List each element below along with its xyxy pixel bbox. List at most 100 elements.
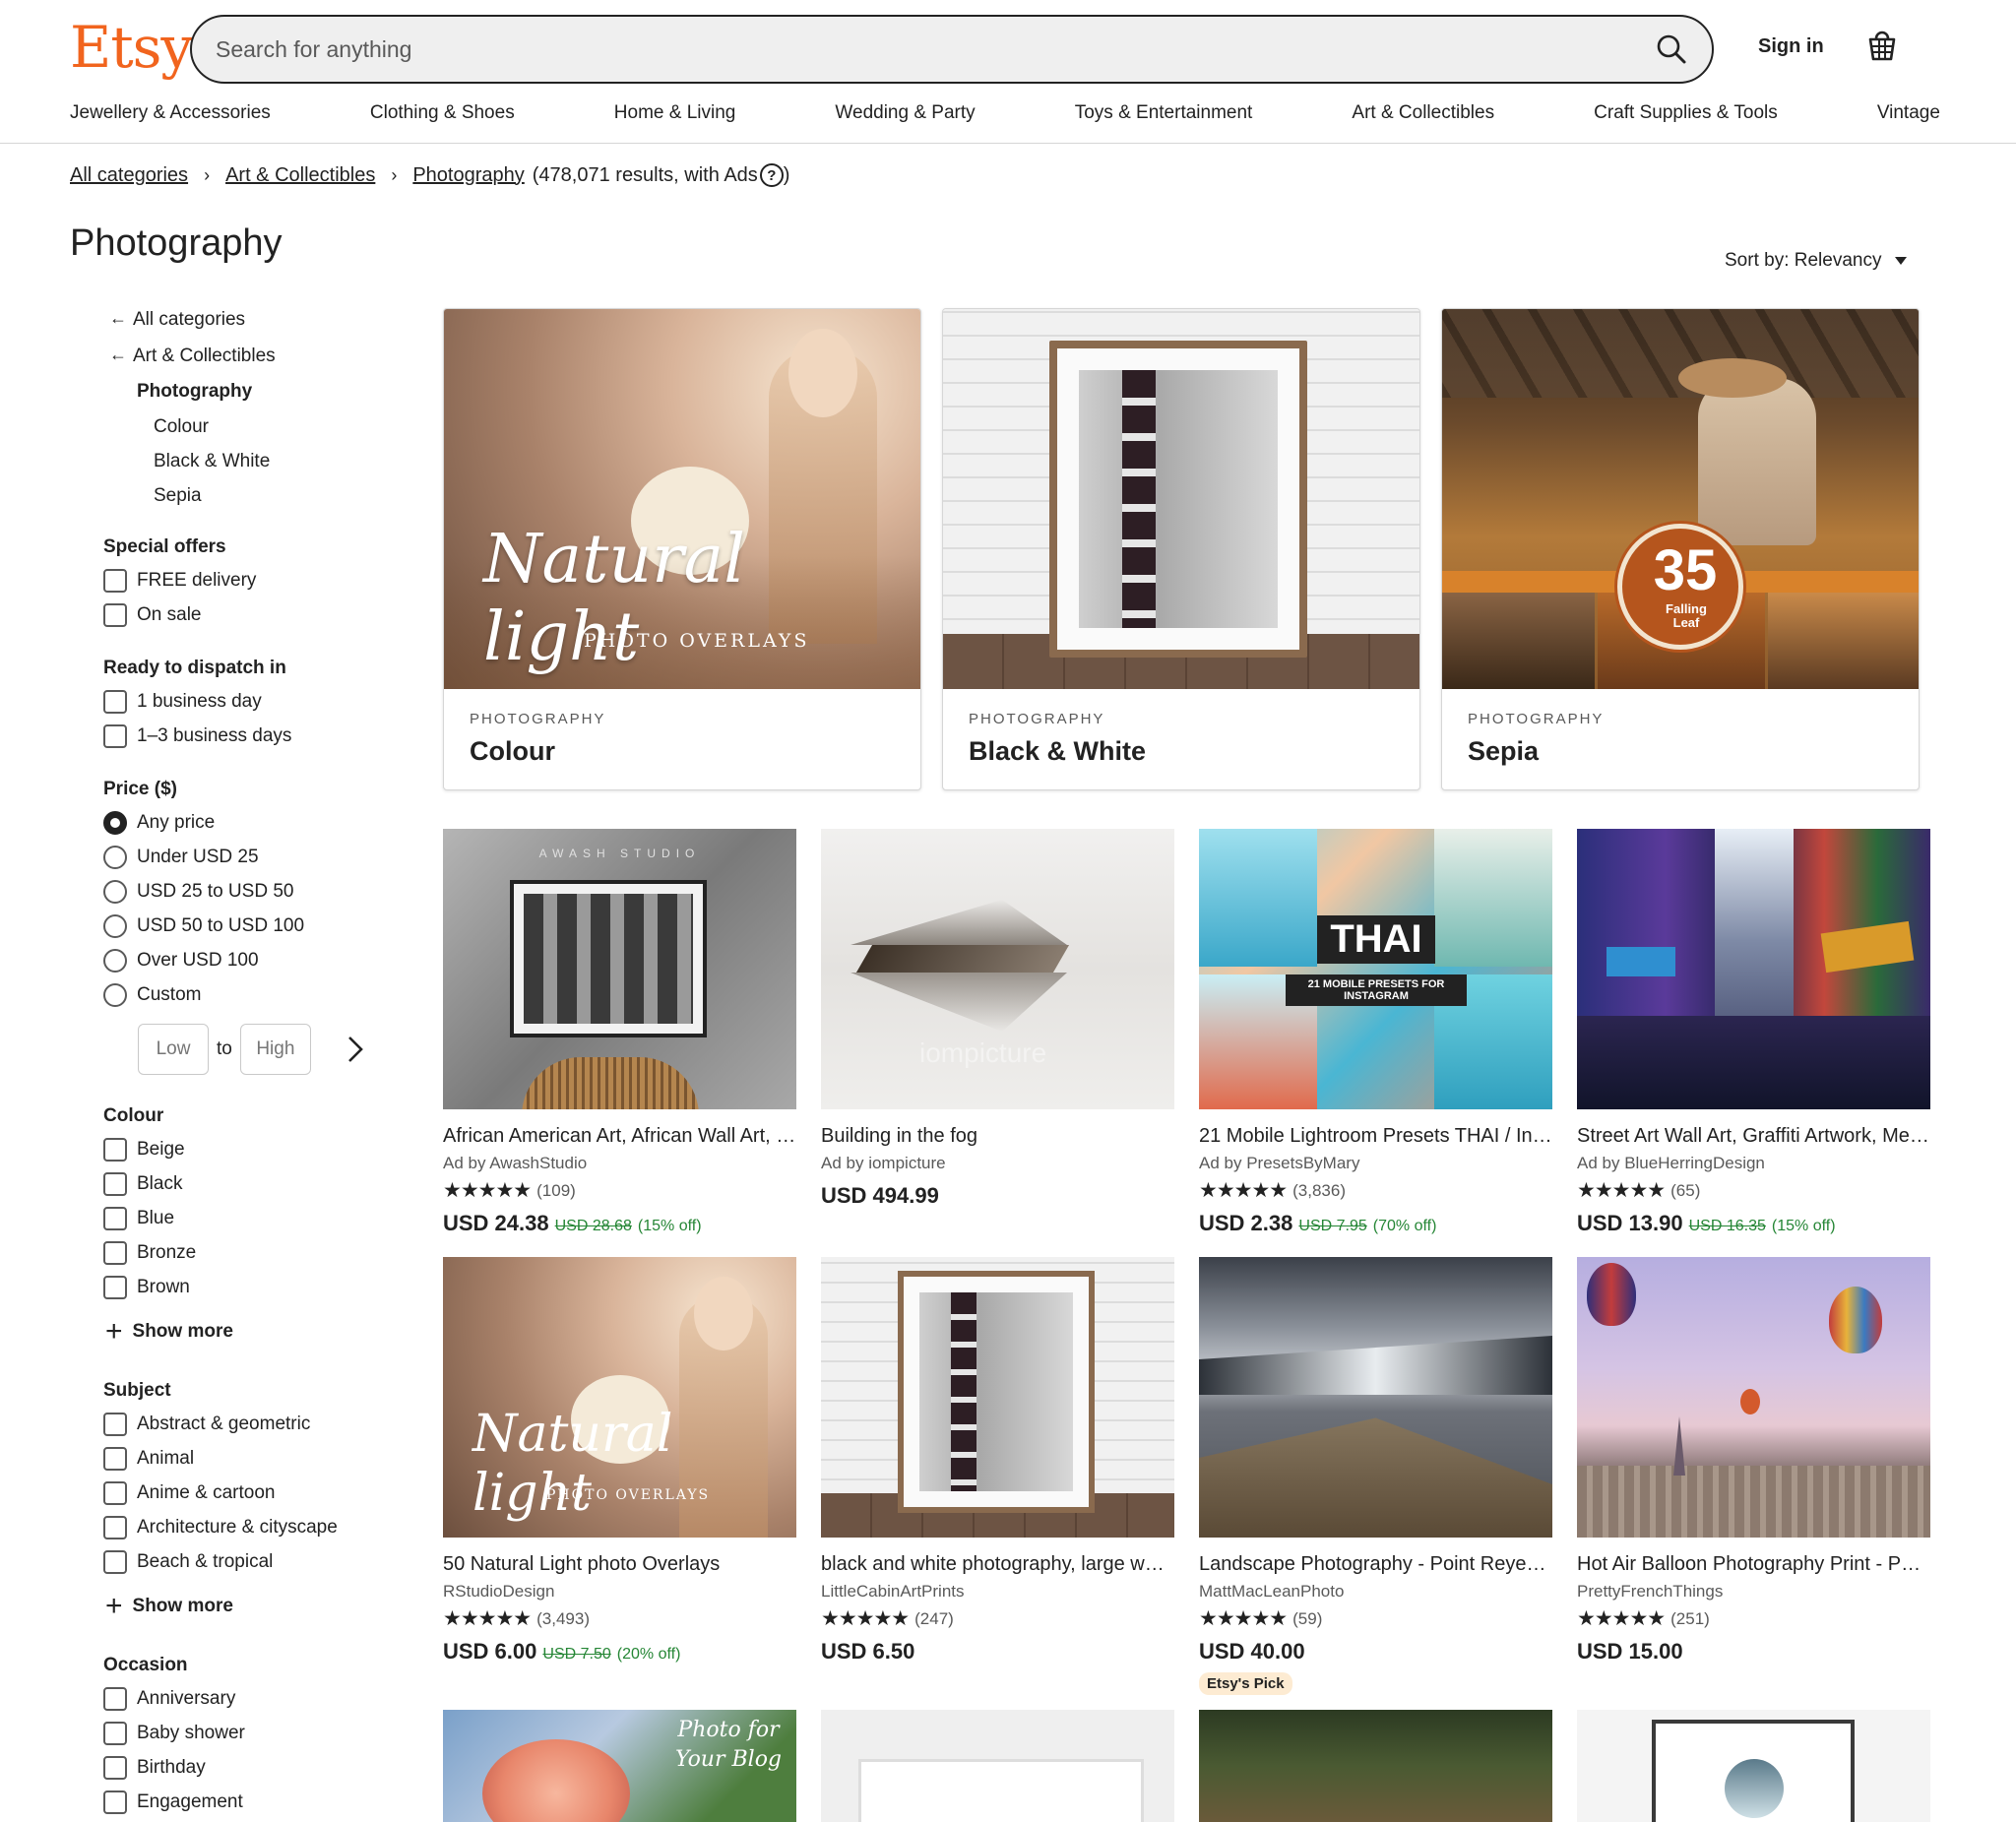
listing-price-row: USD 13.90 USD 16.35 (15% off) (1577, 1211, 1930, 1236)
checkbox-birthday[interactable]: Birthday (103, 1756, 206, 1780)
radio-50-100[interactable]: USD 50 to USD 100 (103, 914, 304, 938)
nav-toys[interactable]: Toys & Entertainment (1075, 102, 1253, 124)
listing-rating: ★★★★★ (65) (1577, 1178, 1930, 1203)
nav-clothing[interactable]: Clothing & Shoes (370, 102, 515, 124)
search-input[interactable] (216, 17, 1594, 82)
price-heading: Price ($) (103, 779, 177, 799)
listing-original-price: USD 16.35 (1688, 1218, 1766, 1234)
checkbox-label: Animal (137, 1448, 195, 1469)
checkbox-bronze[interactable]: Bronze (103, 1241, 196, 1265)
checkbox-engagement[interactable]: Engagement (103, 1791, 243, 1814)
search-bar (190, 15, 1714, 84)
nav-craft[interactable]: Craft Supplies & Tools (1594, 102, 1778, 124)
nav-jewellery[interactable]: Jewellery & Accessories (70, 102, 271, 124)
listing-price: USD 6.00 (443, 1639, 537, 1664)
breadcrumb-all[interactable]: All categories (70, 164, 188, 187)
star-rating-icon: ★★★★★ (1577, 1607, 1666, 1630)
nav-home[interactable]: Home & Living (614, 102, 736, 124)
breadcrumb-art[interactable]: Art & Collectibles (225, 164, 375, 187)
checkbox-box (103, 1550, 127, 1574)
listing-card[interactable]: Natural light PHOTO OVERLAYS 50 Natural … (443, 1257, 796, 1665)
sidebar-link-art[interactable]: Art & Collectibles (109, 345, 276, 367)
radio-custom[interactable]: Custom (103, 983, 201, 1007)
sign-in-link[interactable]: Sign in (1758, 35, 1824, 58)
etsy-logo[interactable]: Etsy (70, 14, 193, 81)
checkbox-box (103, 1138, 127, 1162)
checkbox-box (103, 1687, 127, 1711)
checkbox-box (103, 1207, 127, 1230)
listing-rating: ★★★★★ (3,836) (1199, 1178, 1552, 1203)
sidebar-link-sepia[interactable]: Sepia (154, 485, 202, 507)
checkbox-1-day[interactable]: 1 business day (103, 690, 262, 714)
listing-shop: PrettyFrenchThings (1577, 1582, 1724, 1601)
checkbox-baby-shower[interactable]: Baby shower (103, 1722, 245, 1745)
nav-art[interactable]: Art & Collectibles (1352, 102, 1494, 124)
sidebar-current-category: Photography (137, 381, 253, 402)
checkbox-abstract[interactable]: Abstract & geometric (103, 1413, 310, 1436)
category-card-colour[interactable]: Natural light PHOTO OVERLAYS PHOTOGRAPHY… (443, 308, 921, 790)
sidebar-link-all-categories[interactable]: All categories (109, 308, 245, 331)
radio-circle (103, 846, 127, 869)
chevron-right-icon: › (391, 164, 398, 185)
listing-card[interactable]: Landscape Photography - Point Reyes Prin… (1199, 1257, 1552, 1695)
checkbox-label: 1–3 business days (137, 725, 292, 746)
checkbox-architecture[interactable]: Architecture & cityscape (103, 1516, 338, 1539)
listing-card[interactable]: Hot Air Balloon Photography Print - Pari… (1577, 1257, 1930, 1665)
listing-card[interactable]: Photo for Your Blog (443, 1710, 796, 1822)
listing-title: 21 Mobile Lightroom Presets THAI / Insta… (1199, 1125, 1552, 1147)
checkbox-on-sale[interactable]: On sale (103, 603, 201, 627)
category-card-sepia[interactable]: 35 Falling Leaf PHOTOGRAPHY Sepia (1441, 308, 1920, 790)
listing-card[interactable]: black and white photography, large wall … (821, 1257, 1174, 1665)
checkbox-free-delivery[interactable]: FREE delivery (103, 569, 256, 593)
listing-card[interactable]: iompicture Building in the fog Ad by iom… (821, 829, 1174, 1209)
checkbox-1-3-days[interactable]: 1–3 business days (103, 724, 291, 748)
checkbox-label: Anime & cartoon (137, 1482, 276, 1503)
checkbox-beige[interactable]: Beige (103, 1138, 185, 1162)
breadcrumb-photography[interactable]: Photography (412, 164, 524, 187)
listing-discount: (15% off) (1771, 1218, 1836, 1234)
sidebar-link-black-white[interactable]: Black & White (154, 451, 270, 472)
sidebar-link-colour[interactable]: Colour (154, 416, 209, 438)
nav-wedding[interactable]: Wedding & Party (835, 102, 975, 124)
subject-show-more[interactable]: + Show more (105, 1592, 233, 1621)
price-high-input[interactable] (239, 1024, 311, 1075)
radio-circle (103, 949, 127, 973)
listing-original-price: USD 28.68 (554, 1218, 632, 1234)
checkbox-animal[interactable]: Animal (103, 1447, 194, 1471)
price-low-input[interactable] (138, 1024, 209, 1075)
radio-over-100[interactable]: Over USD 100 (103, 949, 259, 973)
checkbox-label: Beach & tropical (137, 1551, 274, 1572)
search-button[interactable] (1649, 27, 1694, 72)
radio-any-price[interactable]: Any price (103, 811, 215, 835)
checkbox-box (103, 1241, 127, 1265)
radio-25-50[interactable]: USD 25 to USD 50 (103, 880, 293, 904)
checkbox-label: 1 business day (137, 691, 262, 712)
checkbox-blue[interactable]: Blue (103, 1207, 174, 1230)
cart-button[interactable] (1862, 26, 1902, 65)
nav-vintage[interactable]: Vintage (1877, 102, 1940, 124)
sort-label: Sort by: Relevancy (1725, 250, 1882, 271)
listing-title: African American Art, African Wall Art, … (443, 1125, 796, 1147)
checkbox-black[interactable]: Black (103, 1172, 182, 1196)
listing-card[interactable]: AWASH STUDIO African American Art, Afric… (443, 829, 796, 1236)
checkbox-beach[interactable]: Beach & tropical (103, 1550, 273, 1574)
listing-title: Hot Air Balloon Photography Print - Pari… (1577, 1553, 1930, 1575)
listing-card[interactable] (1577, 1710, 1930, 1822)
price-submit-button[interactable] (339, 1024, 372, 1075)
listing-card[interactable] (1199, 1710, 1552, 1822)
sort-dropdown[interactable]: Sort by: Relevancy (1725, 250, 1908, 272)
colour-show-more[interactable]: + Show more (105, 1315, 233, 1348)
checkbox-box (103, 1172, 127, 1196)
listing-card[interactable]: Street Art Wall Art, Graffiti Artwork, M… (1577, 829, 1930, 1236)
plus-icon: + (105, 1315, 123, 1348)
listing-price: USD 15.00 (1577, 1639, 1683, 1664)
checkbox-anime[interactable]: Anime & cartoon (103, 1481, 275, 1505)
listing-shop: Ad by iompicture (821, 1154, 946, 1172)
listing-card[interactable]: THAI 21 MOBILE PRESETS FOR INSTAGRAM 21 … (1199, 829, 1552, 1236)
checkbox-brown[interactable]: Brown (103, 1276, 190, 1299)
checkbox-anniversary[interactable]: Anniversary (103, 1687, 235, 1711)
help-icon[interactable]: ? (759, 163, 784, 187)
listing-card[interactable] (821, 1710, 1174, 1822)
radio-under-25[interactable]: Under USD 25 (103, 846, 259, 869)
category-card-black-white[interactable]: PHOTOGRAPHY Black & White (942, 308, 1420, 790)
